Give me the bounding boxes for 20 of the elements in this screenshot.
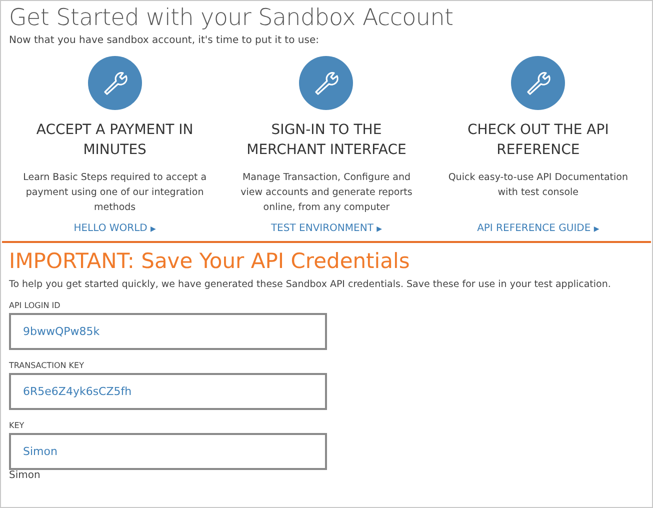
section-heading: IMPORTANT: Save Your API Credentials <box>9 248 411 275</box>
wrench-icon <box>88 56 142 110</box>
intro-text: Now that you have sandbox account, it's time to put it to use: <box>9 35 320 46</box>
field-label: API LOGIN ID <box>9 301 62 310</box>
page-title: Get Started with your Sandbox Account <box>9 4 454 33</box>
card-heading: SIGN-IN TO THE MERCHANT INTERFACE <box>246 121 408 160</box>
card-description: Manage Transaction, Configure and view accounts and generate reports online, from any computer <box>240 171 414 215</box>
section-text: To help you get started quickly, we have generated these Sandbox API credentials. Save these for use in your test application. <box>9 279 612 290</box>
input-field[interactable]: 9bwwQPw85k <box>9 313 327 350</box>
field-label: TRANSACTION KEY <box>9 361 85 370</box>
wrench-icon <box>511 56 566 110</box>
key-text: Simon <box>9 470 42 481</box>
card-description: Quick easy-to-use API Documentation with test console <box>447 171 629 200</box>
input-field[interactable]: Simon <box>9 433 327 470</box>
wrench-icon <box>299 56 354 110</box>
card-description: Learn Basic Steps required to accept a payment using one of our integration methods <box>22 171 208 215</box>
field-label: KEY <box>9 421 26 430</box>
card-heading: CHECK OUT THE API REFERENCE <box>466 121 610 160</box>
card-heading: ACCEPT A PAYMENT IN MINUTES <box>35 121 194 160</box>
input-field[interactable]: 6R5e6Z4yk6sCZ5fh <box>9 373 327 410</box>
